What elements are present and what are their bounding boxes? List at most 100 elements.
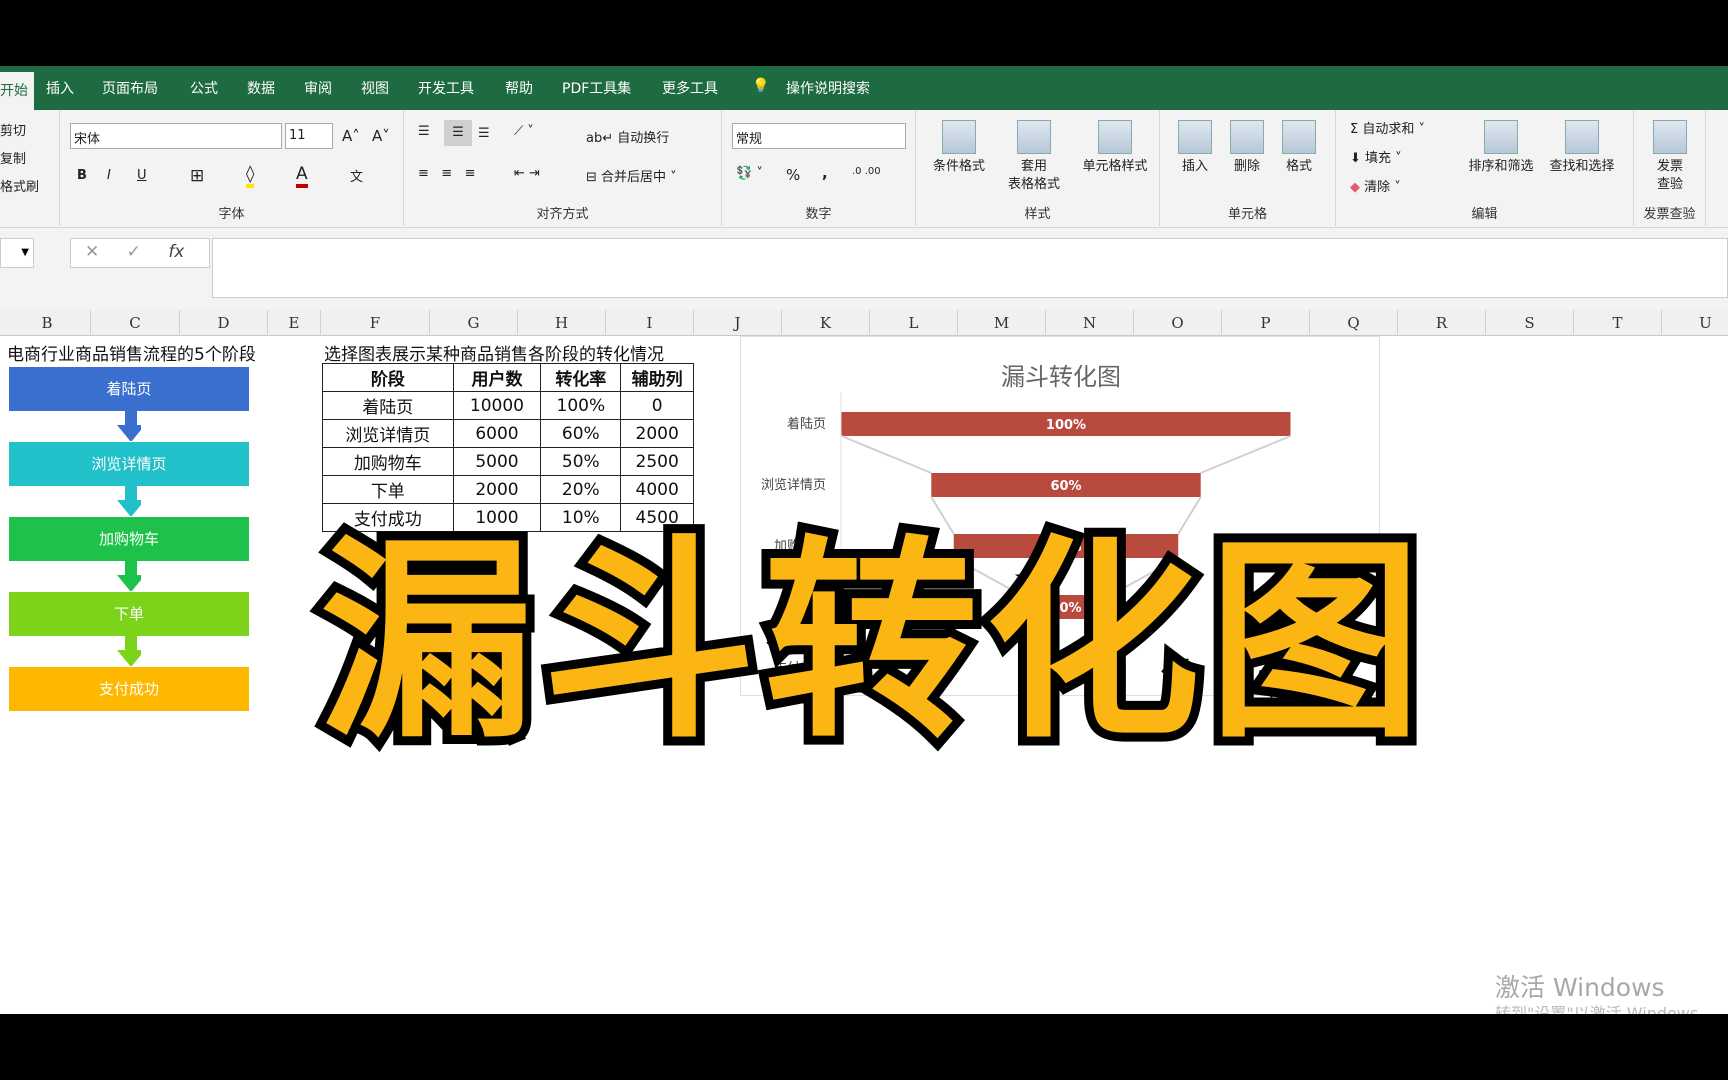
sort-filter-button[interactable]: 排序和筛选: [1462, 120, 1540, 176]
align-top-icon[interactable]: ☰: [418, 124, 430, 139]
tab-review[interactable]: 审阅: [304, 78, 332, 98]
tab-pdf-tools[interactable]: PDF工具集: [562, 78, 631, 98]
column-header[interactable]: D: [180, 310, 268, 336]
column-header-cell[interactable]: 转化率: [540, 363, 622, 392]
wrap-text-button[interactable]: ab↵ 自动换行: [586, 127, 669, 146]
align-bottom-icon[interactable]: ☰: [478, 126, 490, 141]
tab-formulas[interactable]: 公式: [190, 78, 218, 98]
table-cell[interactable]: 浏览详情页: [322, 419, 454, 448]
underline-button[interactable]: U: [137, 168, 147, 183]
enter-icon[interactable]: ✓: [127, 242, 141, 262]
sort-filter-icon: [1484, 120, 1518, 154]
name-box[interactable]: ▼: [0, 238, 34, 268]
increase-font-icon[interactable]: A˄: [342, 127, 360, 145]
tab-page-layout[interactable]: 页面布局: [102, 78, 158, 98]
bold-button[interactable]: B: [77, 168, 87, 183]
column-header[interactable]: G: [430, 310, 518, 336]
font-name-select[interactable]: 宋体: [70, 123, 282, 149]
cancel-icon[interactable]: ✕: [85, 242, 99, 262]
decrease-font-icon[interactable]: A˅: [372, 127, 390, 145]
format-cells-button[interactable]: 格式: [1274, 120, 1324, 176]
merge-center-button[interactable]: ⊟ 合并后居中 ˅: [586, 166, 677, 185]
table-cell[interactable]: 6000: [452, 419, 542, 448]
accounting-icon[interactable]: 💱 ˅: [736, 166, 763, 181]
column-header[interactable]: C: [91, 310, 180, 336]
delete-cells-icon: [1230, 120, 1264, 154]
column-header[interactable]: T: [1574, 310, 1662, 336]
cut-button[interactable]: 剪切: [0, 120, 26, 139]
percent-button[interactable]: %: [786, 166, 800, 184]
column-header[interactable]: P: [1222, 310, 1310, 336]
column-header[interactable]: S: [1486, 310, 1574, 336]
column-header[interactable]: E: [268, 310, 321, 336]
column-header[interactable]: M: [958, 310, 1046, 336]
tab-developer[interactable]: 开发工具: [418, 78, 474, 98]
alignment-group: ☰ ☰ ☰ ⟋ ˅ ab↵ 自动换行 ≡ ≡ ≡ ⇤ ⇥ ⊟ 合并后居中 ˅ 对…: [404, 110, 722, 226]
tab-more-tools[interactable]: 更多工具: [662, 78, 718, 98]
insert-label: 插入: [1181, 159, 1208, 174]
format-as-table-button[interactable]: 套用 表格格式: [996, 120, 1072, 194]
column-header[interactable]: K: [782, 310, 870, 336]
tell-me-search[interactable]: 操作说明搜索: [786, 78, 870, 98]
tab-help[interactable]: 帮助: [505, 78, 533, 98]
column-header[interactable]: F: [321, 310, 430, 336]
column-header[interactable]: Q: [1310, 310, 1398, 336]
invoice-label2: 查验: [1656, 177, 1683, 192]
lightbulb-icon[interactable]: 💡: [752, 78, 769, 94]
indent-icon[interactable]: ⇤ ⇥: [514, 166, 540, 181]
decimal-icon[interactable]: .0 .00: [852, 166, 881, 177]
column-header[interactable]: H: [518, 310, 606, 336]
column-header-cell[interactable]: 用户数: [452, 363, 542, 392]
table-cell[interactable]: 60%: [540, 419, 622, 448]
table-cell[interactable]: 着陆页: [322, 391, 454, 420]
font-size-select[interactable]: 11: [285, 123, 333, 149]
column-header[interactable]: O: [1134, 310, 1222, 336]
delete-cells-button[interactable]: 删除: [1222, 120, 1272, 176]
orientation-icon[interactable]: ⟋ ˅: [514, 124, 534, 139]
table-cell[interactable]: 100%: [540, 391, 622, 420]
find-select-button[interactable]: 查找和选择: [1540, 120, 1624, 176]
align-left-icon[interactable]: ≡ ≡ ≡: [418, 166, 475, 181]
table-cell[interactable]: 10000: [452, 391, 542, 420]
column-header-cell[interactable]: 辅助列: [620, 363, 694, 392]
invoice-check-button[interactable]: 发票 查验: [1638, 120, 1702, 194]
fill-color-icon[interactable]: ◊: [246, 164, 255, 188]
italic-button[interactable]: I: [107, 168, 111, 183]
column-header[interactable]: L: [870, 310, 958, 336]
conditional-format-label: 条件格式: [932, 159, 985, 174]
insert-cells-button[interactable]: 插入: [1170, 120, 1220, 176]
delete-label: 删除: [1233, 159, 1260, 174]
clear-button[interactable]: ◆ 清除 ˅: [1350, 176, 1401, 195]
table-cell[interactable]: 2000: [620, 419, 694, 448]
cell-styles-button[interactable]: 单元格样式: [1072, 120, 1158, 176]
flow-step: 加购物车: [9, 517, 249, 561]
column-header[interactable]: J: [694, 310, 782, 336]
column-header[interactable]: U: [1662, 310, 1728, 336]
align-middle-icon[interactable]: ☰: [444, 120, 472, 146]
table-cell[interactable]: 0: [620, 391, 694, 420]
column-header[interactable]: N: [1046, 310, 1134, 336]
column-header[interactable]: R: [1398, 310, 1486, 336]
tab-home[interactable]: 开始: [0, 72, 34, 110]
column-header-cell[interactable]: 阶段: [322, 363, 454, 392]
flow-step: 浏览详情页: [9, 442, 249, 486]
styles-group-label: 样式: [1024, 207, 1051, 222]
column-header[interactable]: B: [4, 310, 91, 336]
tab-view[interactable]: 视图: [361, 78, 389, 98]
comma-button[interactable]: ,: [822, 164, 828, 182]
tab-insert[interactable]: 插入: [46, 78, 74, 98]
format-painter-button[interactable]: 格式刷: [0, 176, 39, 195]
alignment-group-label: 对齐方式: [536, 207, 589, 222]
phonetic-icon[interactable]: 文: [350, 166, 363, 185]
border-icon[interactable]: ⊞: [190, 166, 204, 186]
autosum-button[interactable]: Σ 自动求和 ˅: [1350, 118, 1425, 137]
column-header[interactable]: I: [606, 310, 694, 336]
copy-button[interactable]: 复制: [0, 148, 26, 167]
conditional-format-button[interactable]: 条件格式: [926, 120, 992, 176]
fill-button[interactable]: ⬇ 填充 ˅: [1350, 147, 1402, 166]
font-color-icon[interactable]: A: [296, 164, 308, 188]
number-format-select[interactable]: 常规: [732, 123, 906, 149]
formula-input[interactable]: [212, 238, 1728, 298]
tab-data[interactable]: 数据: [247, 78, 275, 98]
fx-icon[interactable]: fx: [168, 242, 184, 262]
